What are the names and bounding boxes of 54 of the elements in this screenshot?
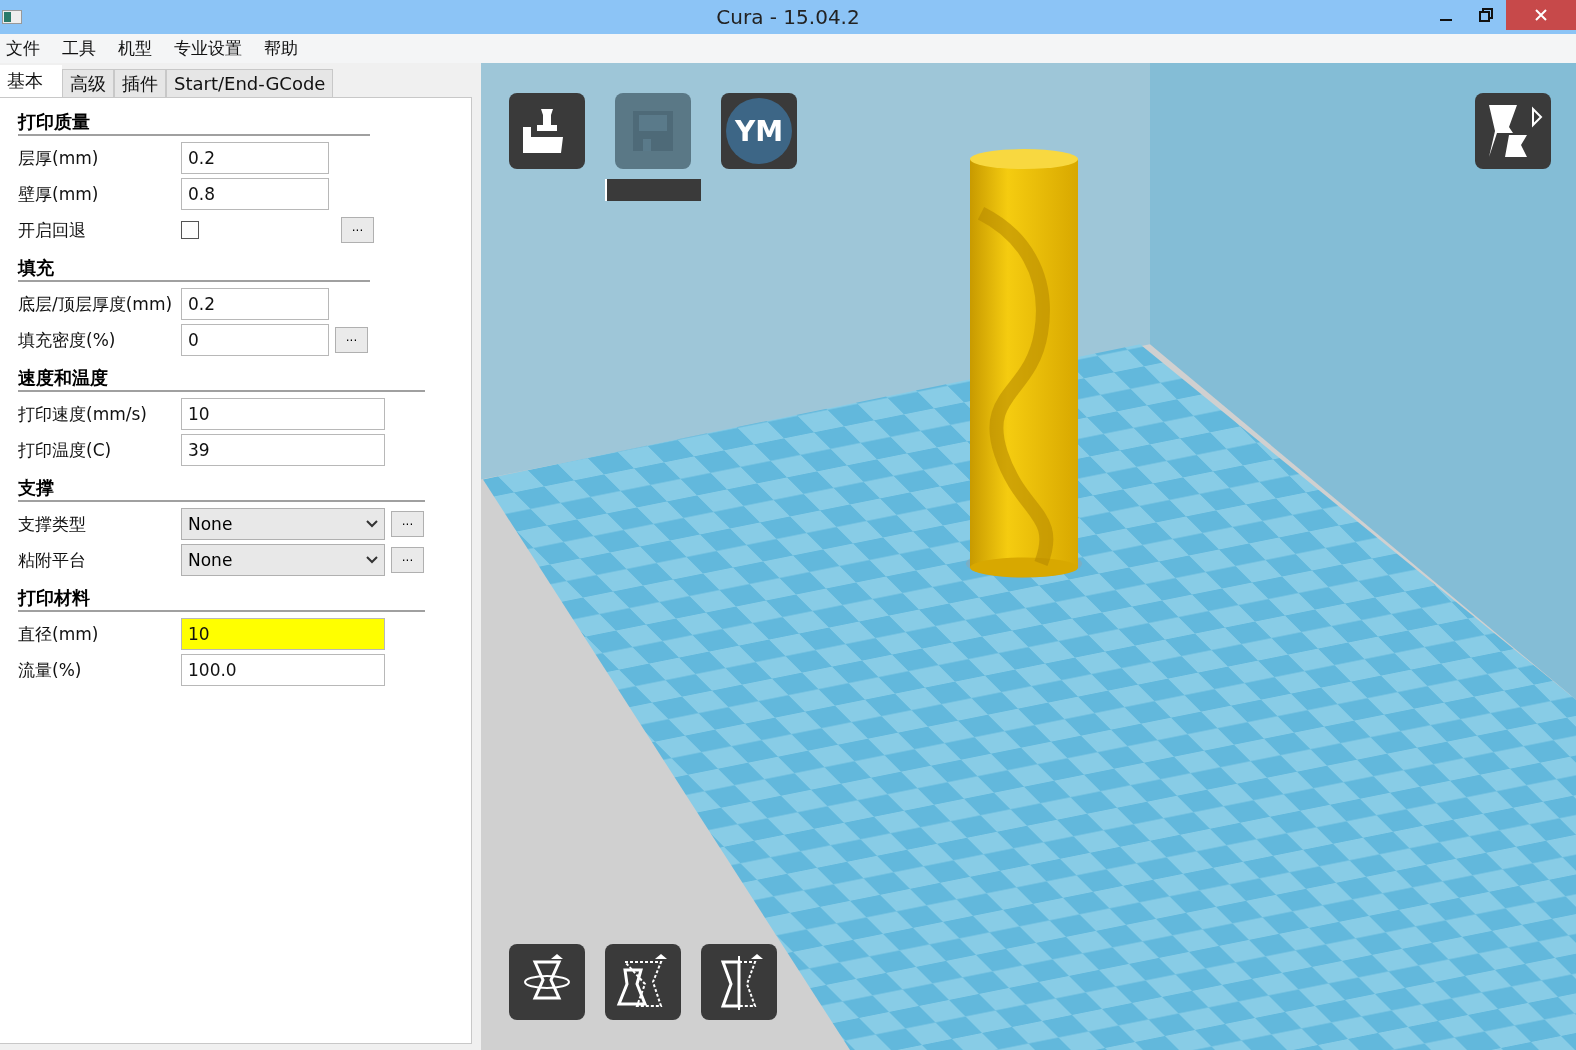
minimize-icon	[1440, 19, 1452, 21]
input-field[interactable]: 0	[181, 324, 329, 356]
tab[interactable]: 高级	[62, 69, 114, 97]
input-field[interactable]: 0.8	[181, 178, 329, 210]
scale-button[interactable]	[605, 944, 681, 1020]
input-field[interactable]: 0.2	[181, 288, 329, 320]
rotate-button[interactable]	[509, 944, 585, 1020]
field-label: 直径(mm)	[18, 622, 100, 646]
app-icon	[2, 10, 22, 24]
input-field[interactable]: 100.0	[181, 654, 385, 686]
tab[interactable]: 基本	[0, 65, 62, 97]
section-heading: 填充	[18, 256, 370, 282]
field-label: 壁厚(mm)	[18, 182, 100, 206]
more-button[interactable]: ...	[341, 217, 374, 243]
input-field[interactable]: 10	[181, 618, 385, 650]
close-button[interactable]	[1506, 0, 1576, 30]
field-label: 打印速度(mm/s)	[18, 402, 148, 426]
menu-item[interactable]: 文件	[6, 37, 40, 60]
more-button[interactable]: ...	[391, 547, 424, 573]
section-heading: 打印材料	[18, 586, 425, 612]
menu-item[interactable]: 机型	[118, 37, 152, 60]
ym-button[interactable]: YM	[721, 93, 797, 169]
restore-icon	[1478, 7, 1494, 23]
section-heading: 支撑	[18, 476, 425, 502]
field-label: 层厚(mm)	[18, 146, 100, 170]
dropdown[interactable]: None	[181, 508, 385, 540]
caret-icon	[366, 520, 378, 528]
field-label: 粘附平台	[18, 548, 87, 572]
menu-item[interactable]: 帮助	[264, 37, 298, 60]
section-heading: 速度和温度	[18, 366, 425, 392]
field-label: 打印温度(C)	[18, 438, 113, 462]
checkbox[interactable]	[181, 221, 199, 239]
more-button[interactable]: ...	[391, 511, 424, 537]
field-label: 填充密度(%)	[18, 328, 117, 352]
tab[interactable]: Start/End-GCode	[166, 69, 334, 97]
load-button[interactable]	[509, 93, 585, 169]
close-icon	[1533, 7, 1549, 23]
field-label: 支撑类型	[18, 512, 87, 536]
dropdown[interactable]: None	[181, 544, 385, 576]
field-label: 流量(%)	[18, 658, 83, 682]
window-title: Cura - 15.04.2	[716, 5, 860, 29]
input-field[interactable]: 10	[181, 398, 385, 430]
field-label: 开启回退	[18, 218, 87, 242]
caret-icon	[366, 556, 378, 564]
input-field[interactable]: 0.2	[181, 142, 329, 174]
field-label: 底层/顶层厚度(mm)	[18, 292, 174, 316]
section-heading: 打印质量	[18, 110, 370, 136]
more-button[interactable]: ...	[335, 327, 368, 353]
tab[interactable]: 插件	[114, 69, 166, 97]
view-mode-button[interactable]	[1475, 93, 1551, 169]
menu-item[interactable]: 工具	[62, 37, 96, 60]
input-field[interactable]: 39	[181, 434, 385, 466]
menu-item[interactable]: 专业设置	[174, 37, 242, 60]
mirror-button[interactable]	[701, 944, 777, 1020]
